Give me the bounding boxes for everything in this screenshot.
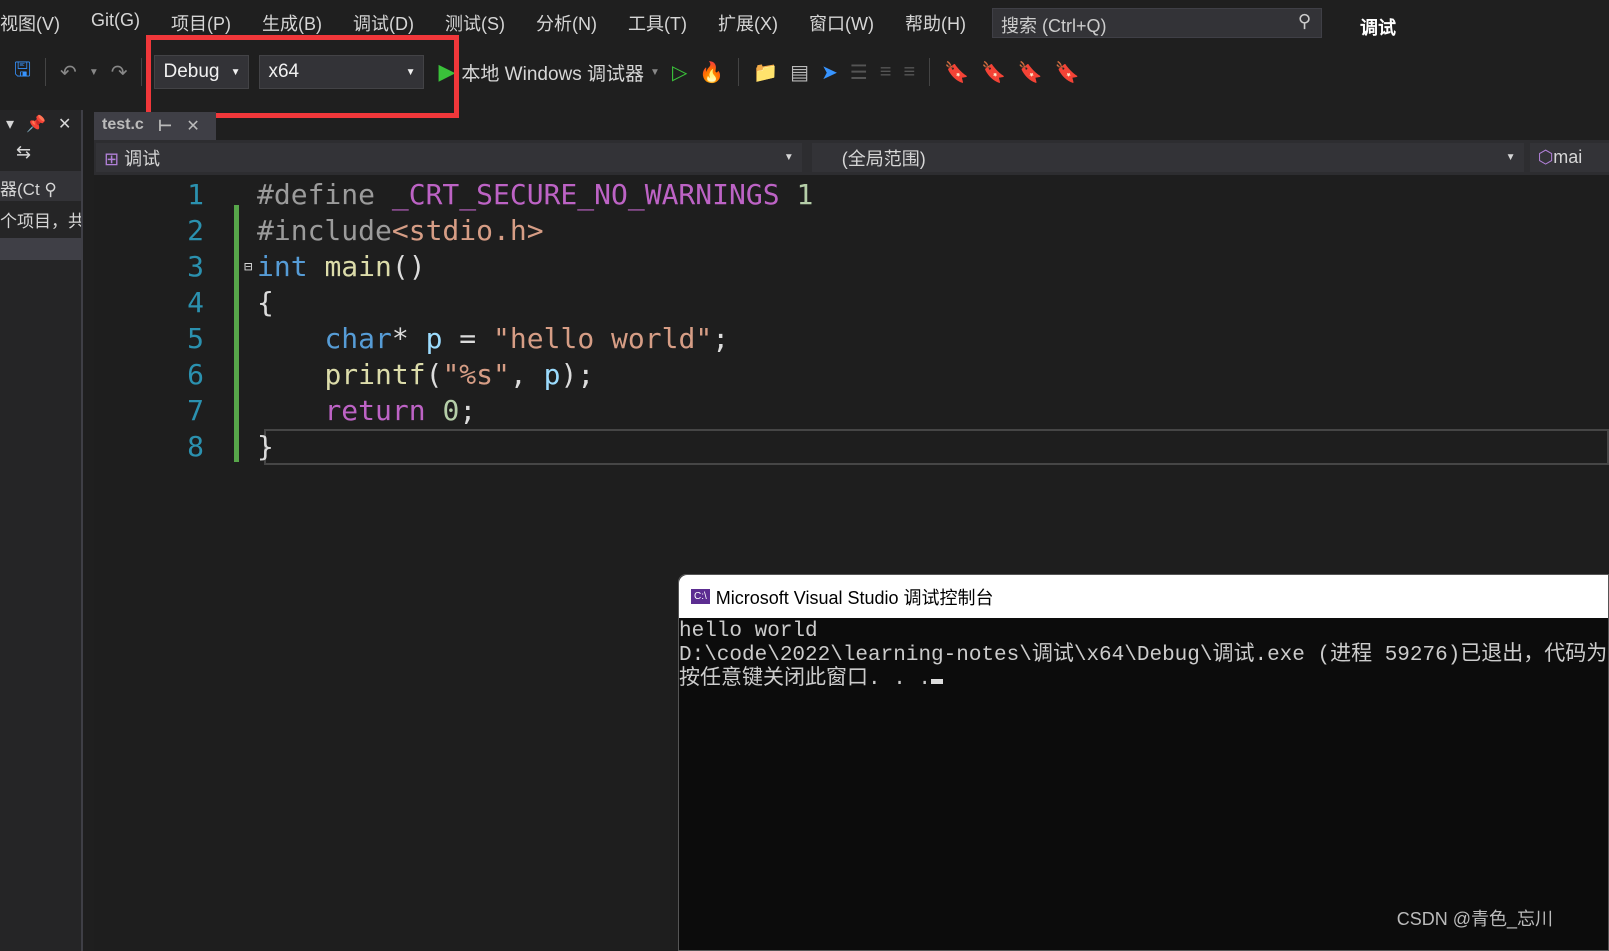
menu-extensions[interactable]: 扩展(X) <box>718 10 778 40</box>
divider <box>929 58 931 86</box>
panel-search-input[interactable]: 器(Ct ⚲ <box>0 171 81 201</box>
code-line: #define _CRT_SECURE_NO_WARNINGS 1 <box>257 178 814 211</box>
indent-icon[interactable]: ≡ <box>880 61 892 84</box>
member-label: mai <box>1553 147 1583 167</box>
console-title: Microsoft Visual Studio 调试控制台 <box>715 587 994 608</box>
pin-icon[interactable]: ⊢ <box>158 116 173 136</box>
cursor <box>931 679 944 684</box>
console-output: hello world D:\code\2022\learning-notes\调… <box>679 618 1608 692</box>
close-icon[interactable]: ✕ <box>58 114 71 134</box>
window-title: 调试 <box>1360 18 1396 38</box>
line-number: 7 <box>187 394 204 427</box>
menu-view[interactable]: 视图(V) <box>0 10 60 40</box>
code-line: char* p = "hello world"; <box>324 322 730 355</box>
scope-dropdown[interactable]: (全局范围) ▼ <box>811 143 1524 172</box>
panel-search-text: 器(Ct <box>0 180 40 199</box>
search-icon: ⚲ <box>1297 11 1311 31</box>
chevron-down-icon[interactable]: ▼ <box>89 67 99 78</box>
panel-header: ▾ 📌 ✕ <box>0 110 81 138</box>
next-bookmark-icon[interactable]: 🔖 <box>1018 60 1043 85</box>
hot-reload-icon[interactable]: 🔥 <box>699 60 724 85</box>
selected-row[interactable] <box>0 238 81 260</box>
line-number: 1 <box>187 178 204 211</box>
chevron-down-icon[interactable]: ▾ <box>6 114 14 134</box>
cursor-icon[interactable]: ➤ <box>821 60 838 85</box>
console-line: 按任意键关闭此窗口. . . <box>679 668 932 691</box>
menu-help[interactable]: 帮助(H) <box>905 10 966 40</box>
change-marker <box>234 205 239 462</box>
menu-tools[interactable]: 工具(T) <box>628 10 687 40</box>
chevron-down-icon[interactable]: ▼ <box>650 67 660 78</box>
pin-icon[interactable]: 📌 <box>26 114 46 134</box>
divider <box>141 58 143 86</box>
window-icon[interactable]: ▤ <box>790 60 809 85</box>
menu-git[interactable]: Git(G) <box>91 10 140 40</box>
redo-icon[interactable]: ↷ <box>111 60 128 85</box>
menu-analyze[interactable]: 分析(N) <box>536 10 597 40</box>
code-line: printf("%s", p); <box>324 358 595 391</box>
tab-test-c[interactable]: test.c ⊢ ✕ <box>94 112 216 140</box>
save-icon[interactable]: 🖫 <box>14 55 31 89</box>
code-line: return 0; <box>324 394 477 427</box>
undo-icon[interactable]: ↶ <box>60 60 77 85</box>
console-title-bar[interactable]: C:\ Microsoft Visual Studio 调试控制台 <box>679 575 1608 618</box>
watermark: CSDN @青色_忘川 <box>1396 909 1553 929</box>
scope-label: (全局范围) <box>841 148 926 169</box>
align-icon[interactable]: ☰ <box>850 60 868 85</box>
solution-explorer-panel: ▾ 📌 ✕ ⇆ 器(Ct ⚲ 个项目，共 <box>0 110 83 951</box>
cube-icon: ⬡ <box>1537 147 1554 167</box>
member-dropdown[interactable]: ⬡mai <box>1529 143 1609 172</box>
divider <box>45 58 47 86</box>
console-line-wrap: 按任意键关闭此窗口. . . <box>679 668 1608 692</box>
clear-bookmarks-icon[interactable]: 🔖 <box>1055 60 1080 85</box>
code-line: #include<stdio.h> <box>257 214 544 247</box>
close-icon[interactable]: ✕ <box>186 116 199 136</box>
debug-console-window[interactable]: C:\ Microsoft Visual Studio 调试控制台 hello w… <box>678 574 1609 951</box>
menu-window[interactable]: 窗口(W) <box>809 10 874 40</box>
start-without-debugging-icon[interactable]: ▷ <box>672 60 687 85</box>
start-debugger-button[interactable]: 本地 Windows 调试器 <box>461 59 644 86</box>
project-icon: ⊞ <box>104 148 120 169</box>
search-icon: ⚲ <box>44 180 57 199</box>
navigation-bar: ⊞ 调试 ▼ (全局范围) ▼ ⬡mai <box>94 140 1609 175</box>
outdent-icon[interactable]: ≡ <box>903 61 915 84</box>
code-line: } <box>257 430 274 463</box>
code-line: { <box>257 286 274 319</box>
line-number: 3 <box>187 250 204 283</box>
search-placeholder: 搜索 (Ctrl+Q) <box>1001 16 1107 36</box>
console-line: hello world <box>679 620 818 643</box>
sync-icon[interactable]: ⇆ <box>0 138 81 167</box>
code-line: int main() <box>257 250 426 283</box>
project-dropdown[interactable]: ⊞ 调试 ▼ <box>96 143 802 172</box>
search-input[interactable]: 搜索 (Ctrl+Q) ⚲ <box>992 8 1322 38</box>
chevron-down-icon: ▼ <box>1505 152 1516 163</box>
collapse-icon[interactable]: ⊟ <box>244 249 252 285</box>
prev-bookmark-icon[interactable]: 🔖 <box>981 60 1006 85</box>
line-number: 5 <box>187 322 204 355</box>
panel-info: 个项目，共 <box>0 212 81 231</box>
line-number: 4 <box>187 286 204 319</box>
console-line: D:\code\2022\learning-notes\调试\x64\Debug… <box>679 644 1608 667</box>
line-number: 8 <box>187 430 204 463</box>
project-label: 调试 <box>124 148 161 169</box>
chevron-down-icon: ▼ <box>783 152 794 163</box>
current-line-highlight <box>264 429 1609 465</box>
line-number: 6 <box>187 358 204 391</box>
divider <box>738 58 740 86</box>
folder-search-icon[interactable]: 📁 <box>753 60 778 85</box>
line-number: 2 <box>187 214 204 247</box>
tab-label: test.c <box>102 116 144 133</box>
highlight-box <box>146 35 459 118</box>
bookmark-icon[interactable]: 🔖 <box>944 60 969 85</box>
console-app-icon: C:\ <box>691 589 710 604</box>
